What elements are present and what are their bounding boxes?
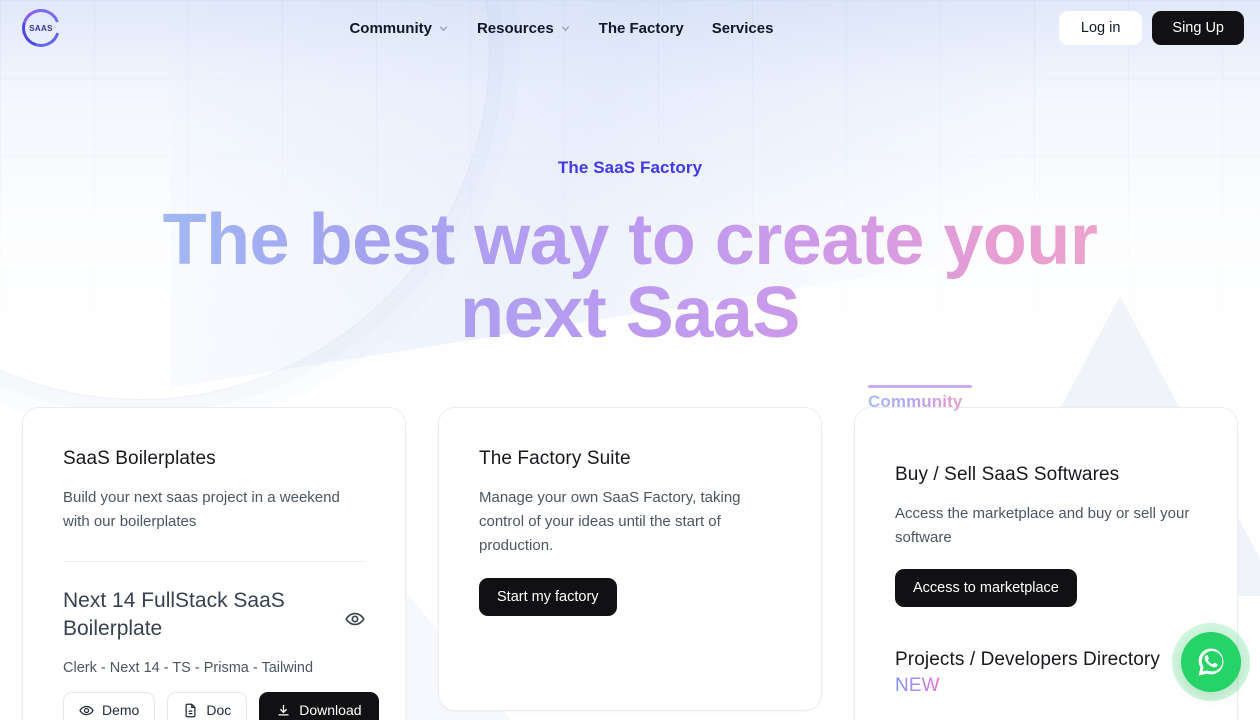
directory-title: Projects / Developers Directory NEW bbox=[895, 647, 1197, 698]
card-title: The Factory Suite bbox=[479, 447, 631, 469]
doc-button-label: Doc bbox=[206, 702, 232, 719]
divider bbox=[63, 561, 365, 563]
page-title: The best way to create your next SaaS bbox=[85, 203, 1175, 351]
main-navigation: Community Resources The Factory Services bbox=[64, 20, 1059, 37]
logo[interactable]: SAAS bbox=[15, 2, 67, 54]
boilerplate-actions: Demo Doc Download bbox=[63, 692, 379, 720]
community-tag-bar bbox=[868, 384, 972, 388]
card-description: Access the marketplace and buy or sell y… bbox=[895, 504, 1190, 547]
boilerplate-item-title: Next 14 FullStack SaaS Boilerplate bbox=[63, 589, 285, 641]
nav-item-label: The Factory bbox=[598, 19, 684, 37]
download-button[interactable]: Download bbox=[259, 692, 379, 720]
hero-eyebrow: The SaaS Factory bbox=[557, 158, 703, 177]
card-saas-boilerplates: SaaS Boilerplates Build your next saas p… bbox=[22, 406, 406, 720]
directory-description: Find out what other developers are bbox=[895, 715, 1197, 720]
card-title: Buy / Sell SaaS Softwares bbox=[895, 463, 1120, 485]
whatsapp-icon bbox=[1198, 648, 1224, 676]
demo-button[interactable]: Demo bbox=[63, 692, 156, 720]
download-icon bbox=[278, 704, 289, 716]
nav-item-community[interactable]: Community bbox=[349, 20, 449, 37]
demo-button-label: Demo bbox=[102, 702, 140, 719]
card-description: Manage your own SaaS Factory, taking con… bbox=[479, 488, 741, 555]
document-icon bbox=[185, 703, 196, 718]
nav-item-the-factory[interactable]: The Factory bbox=[599, 20, 684, 37]
login-button[interactable]: Log in bbox=[1058, 11, 1143, 45]
access-marketplace-button[interactable]: Access to marketplace bbox=[895, 569, 1077, 608]
site-header: SAAS Community Resources The Factory Ser… bbox=[0, 0, 1260, 56]
directory-title-text: Projects / Developers Directory bbox=[895, 649, 1160, 671]
eye-icon bbox=[79, 705, 94, 716]
doc-button[interactable]: Doc bbox=[167, 692, 248, 720]
card-community: Buy / Sell SaaS Softwares Access the mar… bbox=[854, 406, 1238, 720]
cards-grid: SaaS Boilerplates Build your next saas p… bbox=[0, 384, 1260, 720]
signup-button[interactable]: Sing Up bbox=[1152, 11, 1244, 45]
whatsapp-button[interactable] bbox=[1181, 632, 1241, 692]
eye-icon[interactable] bbox=[345, 609, 365, 629]
card-title: SaaS Boilerplates bbox=[63, 447, 216, 469]
page-root: SAAS Community Resources The Factory Ser… bbox=[0, 0, 1260, 720]
nav-item-resources[interactable]: Resources bbox=[477, 20, 571, 37]
community-tag: Community bbox=[868, 384, 972, 412]
new-badge: NEW bbox=[895, 675, 940, 697]
community-tag-label: Community bbox=[868, 392, 972, 412]
column-factory: The Factory Suite Manage your own SaaS F… bbox=[438, 406, 822, 720]
card-description: Build your next saas project in a weeken… bbox=[63, 488, 340, 531]
boilerplate-item-header: Next 14 FullStack SaaS Boilerplate bbox=[63, 587, 365, 643]
boilerplate-stack-list: Clerk - Next 14 - TS - Prisma - Tailwind bbox=[63, 660, 314, 677]
card-factory-suite: The Factory Suite Manage your own SaaS F… bbox=[438, 406, 822, 711]
nav-item-label: Resources bbox=[476, 19, 554, 37]
nav-item-label: Services bbox=[711, 19, 774, 37]
nav-item-services[interactable]: Services bbox=[712, 20, 774, 37]
header-actions: Log in Sing Up bbox=[1058, 11, 1244, 45]
chevron-down-icon bbox=[439, 25, 448, 31]
hero-section: The SaaS Factory The best way to create … bbox=[0, 56, 1260, 351]
download-button-label: Download bbox=[299, 702, 362, 719]
chevron-down-icon bbox=[561, 25, 569, 31]
nav-item-label: Community bbox=[349, 19, 432, 37]
column-community: Community Buy / Sell SaaS Softwares Acce… bbox=[854, 384, 1238, 720]
logo-text: SAAS bbox=[29, 23, 53, 33]
start-my-factory-button[interactable]: Start my factory bbox=[479, 577, 617, 616]
column-boilerplates: SaaS Boilerplates Build your next saas p… bbox=[22, 406, 406, 720]
